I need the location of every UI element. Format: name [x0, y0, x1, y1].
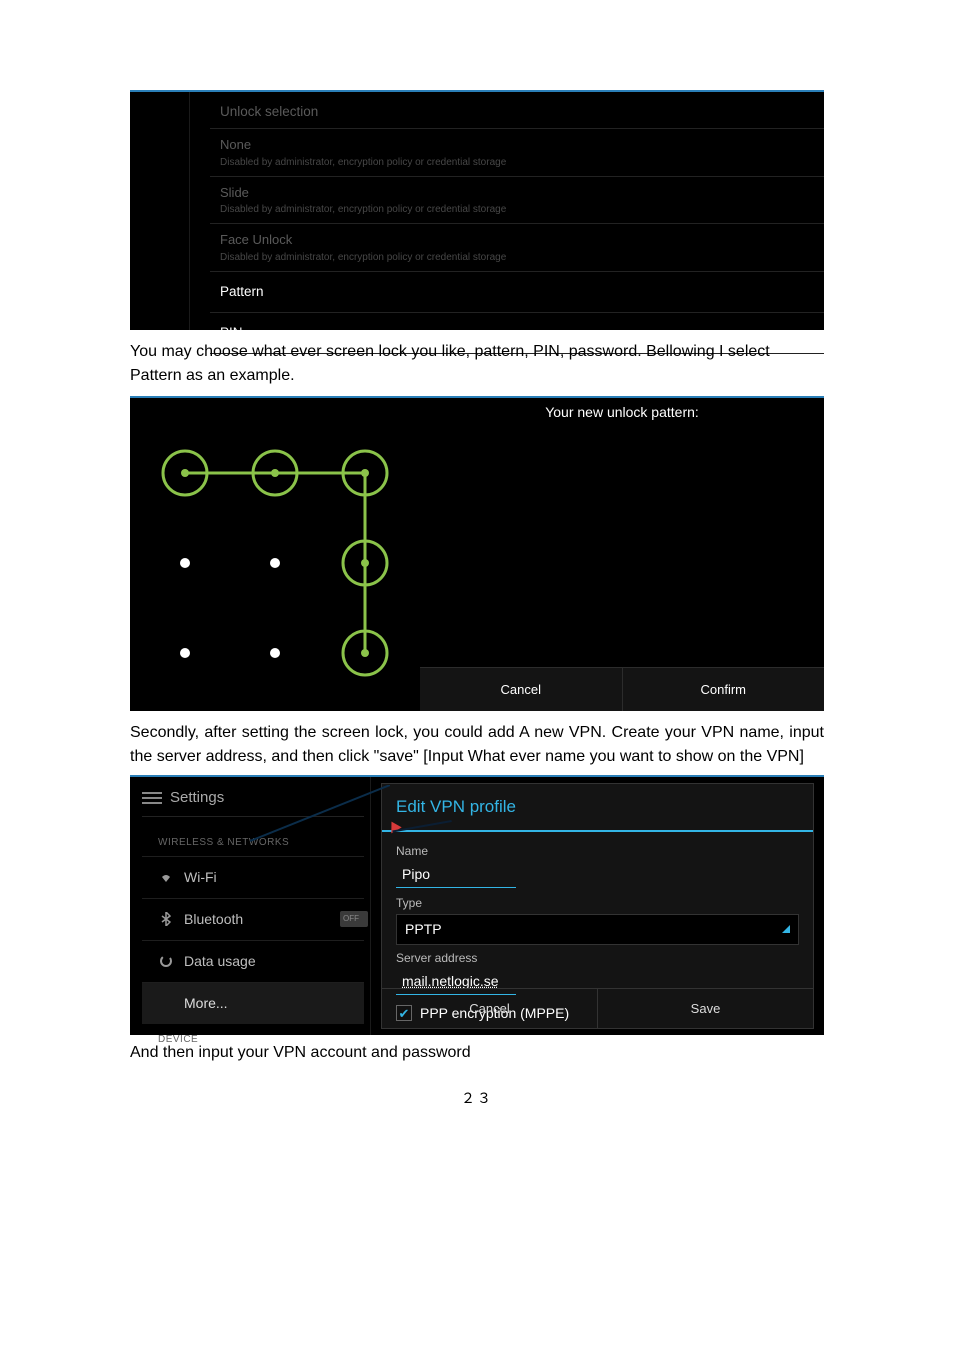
settings-main: Edit VPN profile Name Pipo Type PPTP Ser…: [370, 777, 824, 1035]
option-pattern-label: Pattern: [220, 282, 824, 302]
pattern-button-bar: Cancel Confirm: [420, 667, 824, 711]
nav-bluetooth-label: Bluetooth: [184, 909, 243, 930]
option-slide: Slide Disabled by administrator, encrypt…: [210, 176, 824, 224]
server-label: Server address: [396, 949, 799, 967]
vpn-profile-screenshot: Settings WIRELESS & NETWORKS Wi-Fi Bluet…: [130, 775, 824, 1035]
option-password-label: Password: [220, 364, 824, 384]
type-label: Type: [396, 894, 799, 912]
pattern-grid[interactable]: [150, 428, 400, 678]
option-pattern[interactable]: Pattern: [210, 271, 824, 312]
option-face-unlock-label: Face Unlock: [220, 230, 824, 250]
option-face-unlock: Face Unlock Disabled by administrator, e…: [210, 223, 824, 271]
option-face-unlock-sub: Disabled by administrator, encryption po…: [220, 250, 824, 265]
wifi-icon: [158, 871, 174, 883]
pattern-entry-area[interactable]: [130, 398, 420, 711]
dialog-save-button[interactable]: Save: [597, 989, 813, 1028]
bluetooth-toggle[interactable]: OFF: [340, 911, 368, 927]
nav-data-usage[interactable]: Data usage: [142, 940, 364, 982]
option-slide-label: Slide: [220, 183, 824, 203]
nav-wifi[interactable]: Wi-Fi: [142, 856, 364, 898]
nav-data-usage-label: Data usage: [184, 951, 256, 972]
nav-more-label: More...: [184, 993, 228, 1014]
settings-nav-placeholder: [130, 92, 190, 330]
paragraph-2: Secondly, after setting the screen lock,…: [130, 721, 824, 769]
dialog-cancel-button[interactable]: Cancel: [382, 989, 597, 1028]
data-usage-icon: [158, 954, 174, 968]
nav-more[interactable]: More...: [142, 982, 364, 1024]
page-number: ２３: [130, 1089, 824, 1110]
category-device: DEVICE: [142, 1030, 364, 1053]
spinner-triangle-icon: [782, 925, 790, 933]
nav-bluetooth[interactable]: Bluetooth OFF: [142, 898, 364, 940]
pattern-cancel-button[interactable]: Cancel: [420, 668, 622, 711]
edit-vpn-dialog: Edit VPN profile Name Pipo Type PPTP Ser…: [381, 783, 814, 1029]
dialog-buttons: Cancel Save: [382, 988, 813, 1028]
option-none-label: None: [220, 135, 824, 155]
bluetooth-icon: [158, 912, 174, 926]
pattern-screenshot: Your new unlock pattern: Cancel Confirm: [130, 396, 824, 711]
pattern-right-panel: Your new unlock pattern: Cancel Confirm: [420, 398, 824, 711]
unlock-selection-screenshot: Unlock selection None Disabled by admini…: [130, 90, 824, 330]
pattern-confirm-button[interactable]: Confirm: [622, 668, 825, 711]
name-input[interactable]: Pipo: [396, 862, 516, 888]
settings-icon: [142, 791, 162, 805]
type-value: PPTP: [405, 919, 442, 940]
type-spinner[interactable]: PPTP: [396, 914, 799, 945]
nav-wifi-label: Wi-Fi: [184, 867, 217, 888]
option-none: None Disabled by administrator, encrypti…: [210, 128, 824, 176]
callout-line: [250, 785, 390, 845]
unlock-selection-title: Unlock selection: [210, 98, 824, 128]
pattern-prompt: Your new unlock pattern:: [420, 398, 824, 423]
name-label: Name: [396, 842, 799, 860]
dialog-title: Edit VPN profile: [382, 784, 813, 832]
settings-title: Settings: [170, 787, 224, 810]
unlock-selection-list: Unlock selection None Disabled by admini…: [190, 92, 824, 330]
option-none-sub: Disabled by administrator, encryption po…: [220, 155, 824, 170]
option-slide-sub: Disabled by administrator, encryption po…: [220, 202, 824, 217]
